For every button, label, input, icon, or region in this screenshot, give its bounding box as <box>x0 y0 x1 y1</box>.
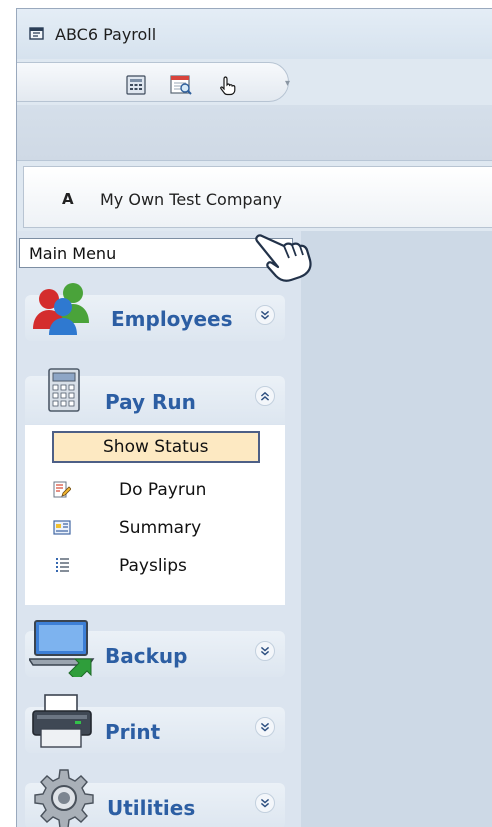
menu-item-label: Summary <box>119 518 202 538</box>
company-letter: A <box>62 190 74 208</box>
employees-icon <box>33 283 89 335</box>
navigation-panel: Main Menu Employees Pay Run Do Payrun Su… <box>17 231 301 827</box>
chevron-down-icon[interactable] <box>255 793 275 813</box>
menu-item-summary[interactable]: Summary <box>25 515 285 541</box>
window-title: ABC6 Payroll <box>55 25 157 44</box>
main-content-area <box>301 231 492 827</box>
menu-item-label: Do Payrun <box>119 480 207 500</box>
chevron-down-icon[interactable] <box>255 641 275 661</box>
calculator-icon <box>48 368 80 412</box>
ribbon-band <box>17 105 492 161</box>
summary-card-icon <box>53 520 71 535</box>
menu-item-label: Payslips <box>119 556 187 576</box>
section-backup-title: Backup <box>105 644 188 668</box>
chevron-down-icon[interactable] <box>255 717 275 737</box>
main-menu-select[interactable]: Main Menu <box>19 238 293 268</box>
company-bar: A My Own Test Company <box>23 166 492 228</box>
hand-cursor-icon <box>255 234 312 282</box>
list-icon <box>56 558 69 572</box>
company-name: My Own Test Company <box>100 190 282 209</box>
menu-item-show-status[interactable]: Show Status <box>52 431 260 463</box>
app-icon <box>29 27 44 40</box>
section-backup[interactable]: Backup <box>25 620 285 677</box>
backup-icon <box>29 620 95 677</box>
chevron-down-icon[interactable] <box>255 305 275 325</box>
hand-pointer-icon[interactable] <box>216 74 240 96</box>
calendar-search-icon[interactable] <box>169 74 193 96</box>
section-print[interactable]: Print <box>25 694 285 753</box>
qat-customize-dropdown[interactable]: ▾ <box>285 78 290 89</box>
section-utilities[interactable]: Utilities <box>25 769 285 827</box>
section-payrun[interactable]: Pay Run <box>25 368 285 424</box>
quick-access-toolbar <box>17 62 289 102</box>
main-menu-select-value: Main Menu <box>29 244 117 263</box>
title-bar: ABC6 Payroll <box>17 9 492 59</box>
section-payrun-title: Pay Run <box>105 390 196 414</box>
edit-document-icon <box>53 481 71 498</box>
section-print-title: Print <box>105 720 161 744</box>
section-employees[interactable]: Employees <box>25 283 285 341</box>
gear-icon <box>34 769 94 827</box>
chevron-up-icon[interactable] <box>255 386 275 406</box>
section-utilities-title: Utilities <box>107 796 196 820</box>
printer-icon <box>32 694 92 748</box>
menu-item-do-payrun[interactable]: Do Payrun <box>25 477 285 503</box>
menu-item-label: Show Status <box>103 437 209 457</box>
app-window: ABC6 Payroll ▾ A My Own Test Company Mai… <box>16 8 492 827</box>
calculator-icon[interactable] <box>124 74 148 96</box>
menu-item-payslips[interactable]: Payslips <box>25 553 285 579</box>
section-employees-title: Employees <box>111 307 233 331</box>
